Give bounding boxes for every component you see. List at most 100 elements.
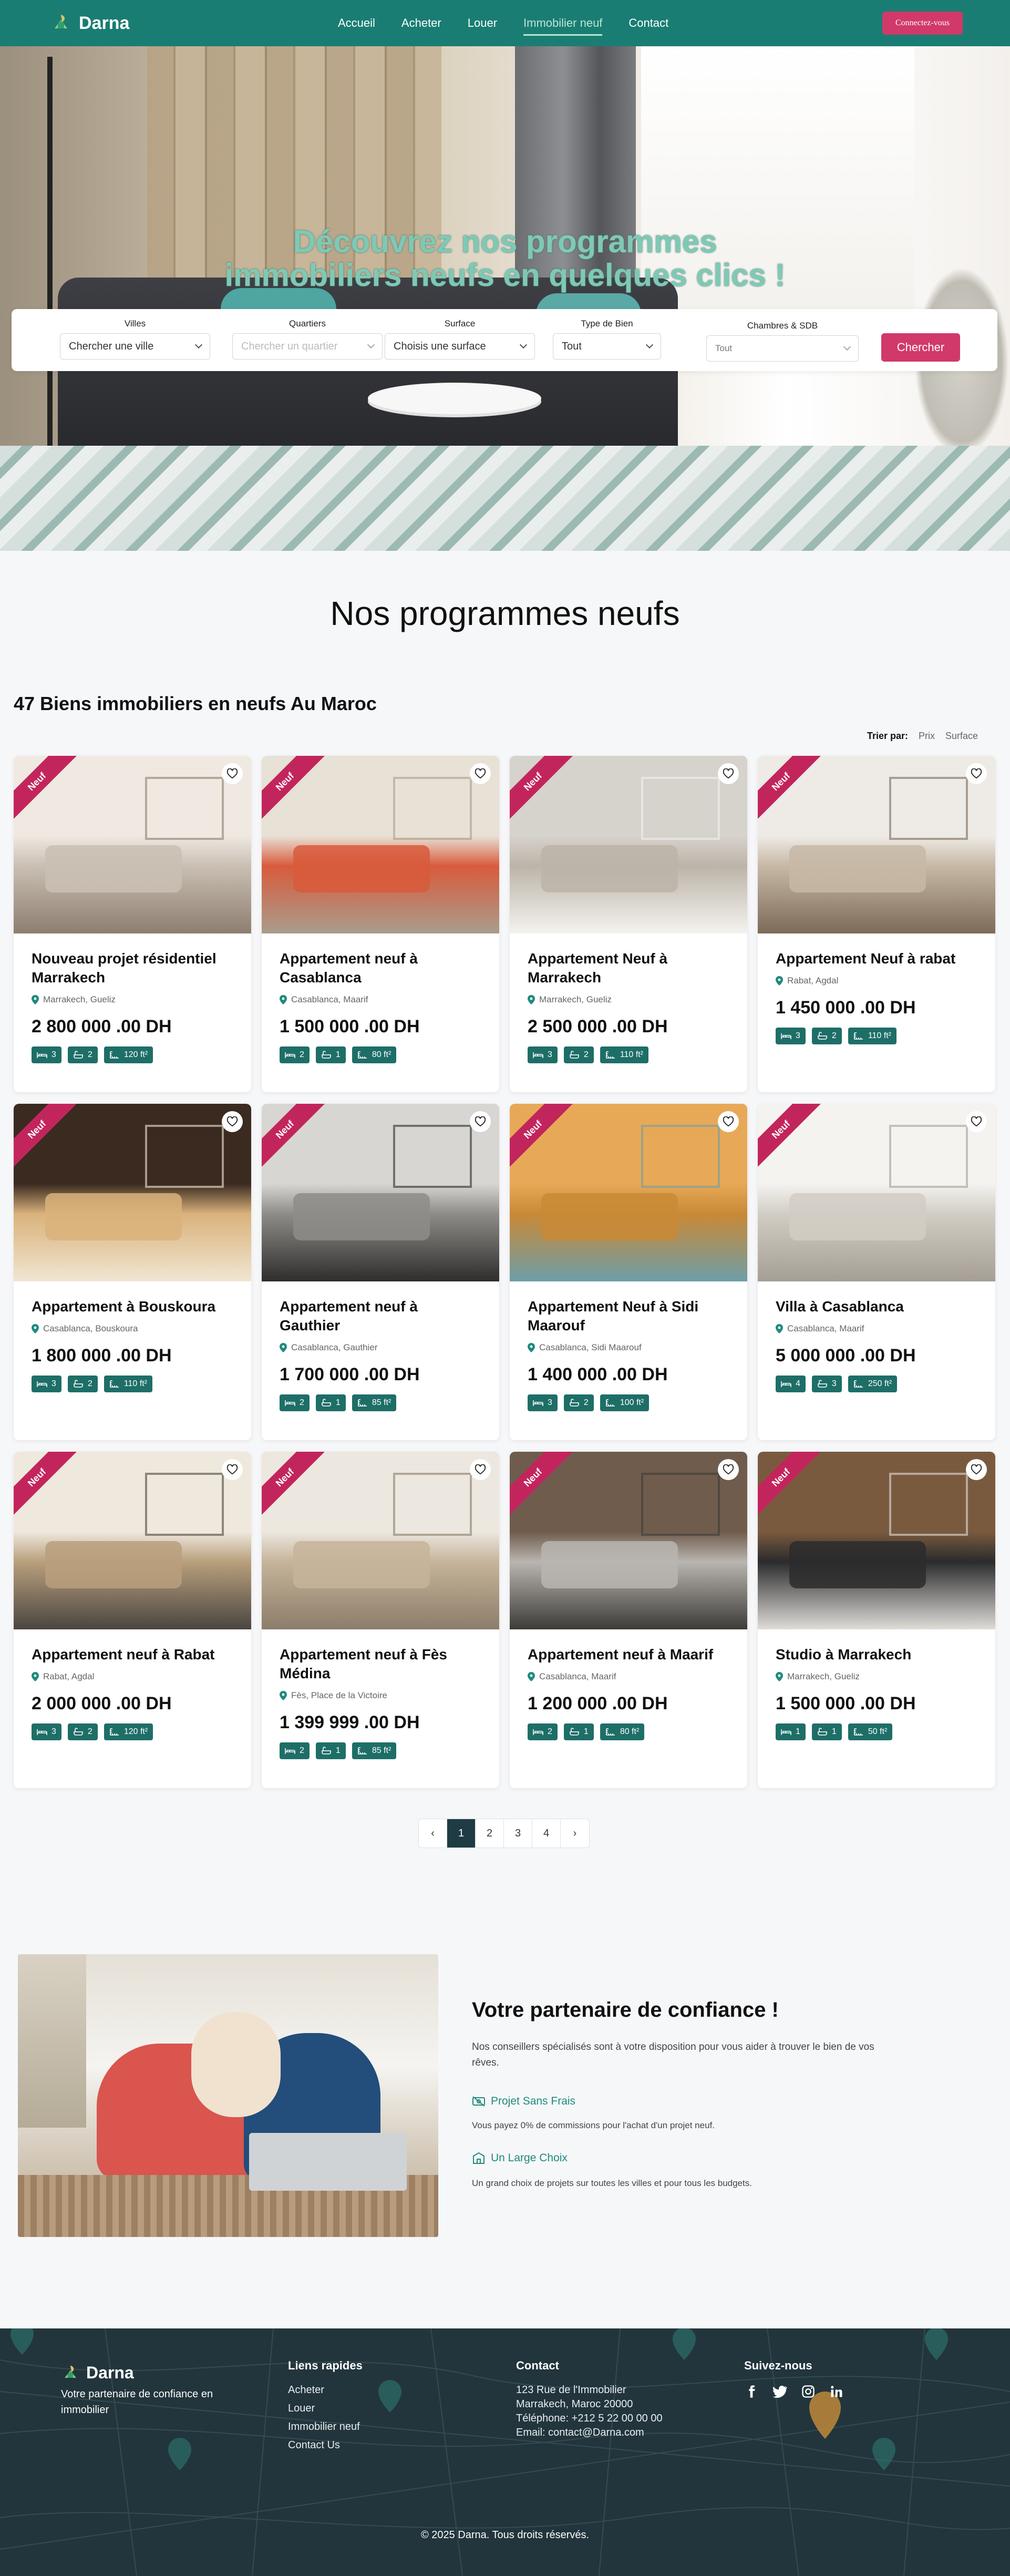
property-photo[interactable]: Neuf — [14, 756, 251, 933]
linkedin-icon[interactable] — [829, 2384, 844, 2399]
footer-brand[interactable]: Darna — [61, 2363, 134, 2383]
property-card[interactable]: Neuf Appartement neuf à Gauthier Casablanc… — [262, 1104, 499, 1440]
property-card[interactable]: Neuf Appartement Neuf à rabat Rabat, Agdal… — [758, 756, 995, 1092]
footer-link-acheter[interactable]: Acheter — [288, 2384, 363, 2396]
property-title[interactable]: Appartement neuf à Maarif — [528, 1645, 729, 1664]
rooms-select[interactable]: Tout — [706, 335, 859, 362]
login-button[interactable]: Connectez-vous — [882, 12, 963, 35]
new-ribbon: Neuf — [14, 1452, 78, 1518]
search-button[interactable]: Chercher — [881, 333, 960, 362]
baths-count: 2 — [87, 1379, 92, 1388]
city-select[interactable]: Chercher une ville — [60, 333, 210, 360]
twitter-icon[interactable] — [772, 2384, 787, 2399]
property-title[interactable]: Appartement neuf à Rabat — [32, 1645, 233, 1664]
footer-link-louer[interactable]: Louer — [288, 2403, 363, 2415]
property-card[interactable]: Neuf Appartement à Bouskoura Casablanca, B… — [14, 1104, 251, 1440]
brand-logo[interactable]: Darna — [50, 13, 129, 34]
footer-link-immobilier-neuf[interactable]: Immobilier neuf — [288, 2421, 363, 2433]
beds-badge: 3 — [32, 1376, 61, 1392]
bath-icon — [74, 1728, 83, 1736]
property-card[interactable]: Neuf Appartement Neuf à Marrakech Marrakec… — [510, 756, 747, 1092]
page-button-2[interactable]: 2 — [476, 1819, 504, 1848]
favorite-button[interactable] — [966, 1459, 987, 1480]
property-card[interactable]: Neuf Appartement neuf à Casablanca Casabla… — [262, 756, 499, 1092]
property-title[interactable]: Appartement neuf à Casablanca — [280, 949, 481, 987]
property-title[interactable]: Appartement Neuf à Sidi Maarouf — [528, 1297, 729, 1335]
favorite-button[interactable] — [718, 1459, 739, 1480]
nav-link-contact[interactable]: Contact — [615, 0, 682, 46]
property-title[interactable]: Appartement neuf à Fès Médina — [280, 1645, 481, 1683]
surface-select[interactable]: Choisis une surface — [385, 333, 535, 360]
nav-link-immobilier-neuf[interactable]: Immobilier neuf — [510, 0, 615, 46]
hero-rug — [0, 446, 1010, 551]
property-title[interactable]: Appartement Neuf à Marrakech — [528, 949, 729, 987]
sort-by-surface[interactable]: Surface — [945, 731, 978, 742]
favorite-button[interactable] — [222, 1459, 243, 1480]
next-page-button[interactable]: › — [561, 1819, 589, 1848]
property-card[interactable]: Neuf Nouveau projet résidentiel Marrakech… — [14, 756, 251, 1092]
property-card[interactable]: Neuf Appartement Neuf à Sidi Maarouf Casab… — [510, 1104, 747, 1440]
surface-select-value: Choisis une surface — [394, 340, 486, 352]
baths-badge: 1 — [315, 1046, 346, 1063]
bath-icon — [322, 1399, 331, 1407]
nav-link-accueil[interactable]: Accueil — [325, 0, 388, 46]
property-card[interactable]: Neuf Appartement neuf à Maarif Casablanca,… — [510, 1452, 747, 1788]
beds-count: 3 — [51, 1379, 56, 1388]
property-photo[interactable]: Neuf — [262, 756, 499, 933]
property-photo[interactable]: Neuf — [758, 1104, 995, 1281]
nav-link-acheter[interactable]: Acheter — [388, 0, 455, 46]
property-photo[interactable]: Neuf — [510, 1452, 747, 1629]
property-photo[interactable]: Neuf — [758, 756, 995, 933]
favorite-button[interactable] — [966, 763, 987, 784]
baths-count: 1 — [335, 1746, 341, 1755]
property-title[interactable]: Nouveau projet résidentiel Marrakech — [32, 949, 233, 987]
property-photo[interactable]: Neuf — [510, 756, 747, 933]
page-button-1[interactable]: 1 — [447, 1819, 476, 1848]
property-features: 3 2 110 ft² — [776, 1028, 977, 1044]
facebook-icon[interactable] — [744, 2384, 759, 2399]
property-photo[interactable]: Neuf — [262, 1452, 499, 1629]
property-title[interactable]: Appartement Neuf à rabat — [776, 949, 977, 968]
prev-page-button[interactable]: ‹ — [419, 1819, 447, 1848]
nav-link-louer[interactable]: Louer — [455, 0, 510, 46]
property-location: Casablanca, Maarif — [776, 1323, 977, 1334]
favorite-button[interactable] — [222, 1111, 243, 1132]
partner-title: Votre partenaire de confiance ! — [472, 1998, 779, 2021]
new-ribbon: Neuf — [510, 1452, 574, 1518]
contact-email[interactable]: Email: contact@Darna.com — [516, 2427, 663, 2439]
quarter-select[interactable]: Chercher un quartier — [232, 333, 383, 360]
property-features: 3 2 120 ft² — [32, 1723, 233, 1740]
property-card[interactable]: Neuf Appartement neuf à Fès Médina Fès, Pl… — [262, 1452, 499, 1788]
property-title[interactable]: Appartement à Bouskoura — [32, 1297, 233, 1316]
property-price: 5 000 000 .00 DH — [776, 1346, 916, 1366]
property-title[interactable]: Villa à Casablanca — [776, 1297, 977, 1316]
property-photo[interactable]: Neuf — [510, 1104, 747, 1281]
property-photo[interactable]: Neuf — [758, 1452, 995, 1629]
favorite-button[interactable] — [966, 1111, 987, 1132]
property-card[interactable]: Neuf Villa à Casablanca Casablanca, Maarif… — [758, 1104, 995, 1440]
property-card[interactable]: Neuf Appartement neuf à Rabat Rabat, Agdal… — [14, 1452, 251, 1788]
area-value: 110 ft² — [868, 1031, 891, 1040]
property-price: 2 800 000 .00 DH — [32, 1017, 172, 1036]
favorite-button[interactable] — [470, 763, 491, 784]
area-value: 100 ft² — [620, 1398, 644, 1407]
instagram-icon[interactable] — [801, 2384, 816, 2399]
favorite-button[interactable] — [470, 1111, 491, 1132]
location-pin-icon — [776, 1672, 783, 1681]
property-photo[interactable]: Neuf — [14, 1104, 251, 1281]
favorite-button[interactable] — [718, 1111, 739, 1132]
location-pin-icon — [32, 995, 39, 1004]
property-card[interactable]: Neuf Studio à Marrakech Marrakech, Gueliz 1… — [758, 1452, 995, 1788]
property-photo[interactable]: Neuf — [14, 1452, 251, 1629]
property-title[interactable]: Studio à Marrakech — [776, 1645, 977, 1664]
favorite-button[interactable] — [718, 763, 739, 784]
page-button-4[interactable]: 4 — [532, 1819, 561, 1848]
page-button-3[interactable]: 3 — [504, 1819, 532, 1848]
favorite-button[interactable] — [222, 763, 243, 784]
footer-link-contact-us[interactable]: Contact Us — [288, 2439, 363, 2451]
sort-by-price[interactable]: Prix — [919, 731, 935, 742]
property-photo[interactable]: Neuf — [262, 1104, 499, 1281]
property-title[interactable]: Appartement neuf à Gauthier — [280, 1297, 481, 1335]
type-select[interactable]: Tout — [553, 333, 661, 360]
favorite-button[interactable] — [470, 1459, 491, 1480]
